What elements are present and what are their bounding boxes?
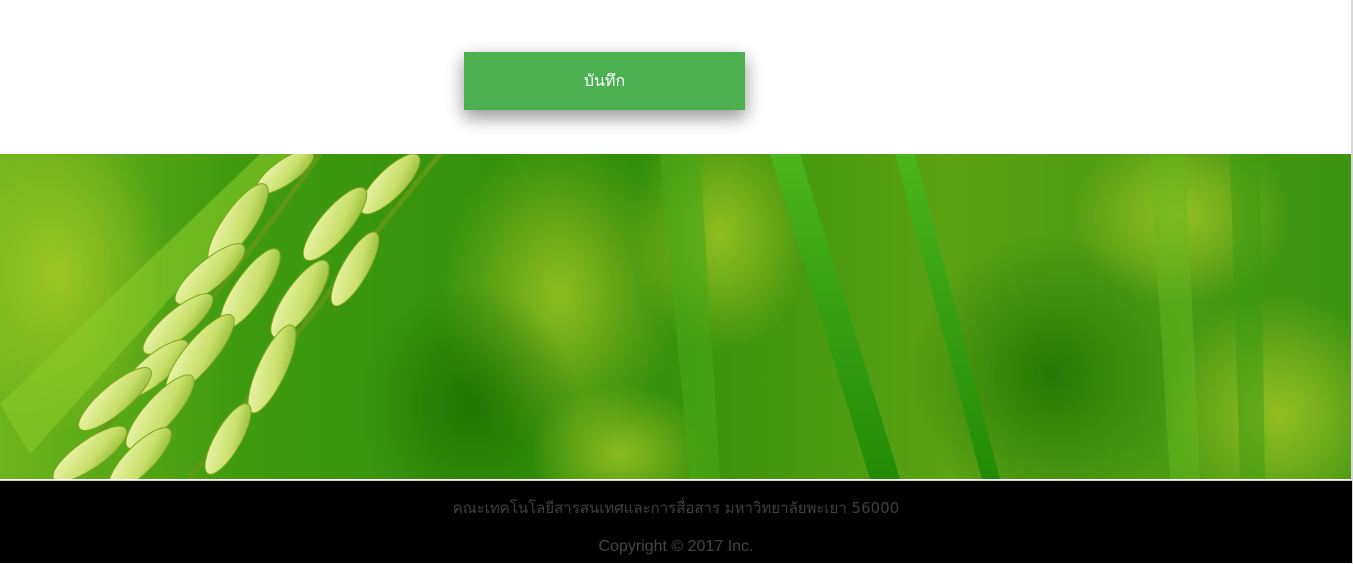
footer-copyright: Copyright © 2017 Inc. bbox=[598, 538, 754, 555]
page: บันทึก คณะเทคโนโลยีสารสนเทศและการสื่อสาร… bbox=[0, 0, 1353, 564]
rice-field-banner bbox=[0, 154, 1352, 479]
form-actions-section: บันทึก bbox=[0, 0, 1353, 154]
footer: คณะเทคโนโลยีสารสนเทศและการสื่อสาร มหาวิท… bbox=[0, 480, 1352, 563]
footer-address: คณะเทคโนโลยีสารสนเทศและการสื่อสาร มหาวิท… bbox=[452, 499, 900, 517]
save-button[interactable]: บันทึก bbox=[464, 52, 745, 110]
rice-field-banner-image bbox=[0, 154, 1352, 479]
